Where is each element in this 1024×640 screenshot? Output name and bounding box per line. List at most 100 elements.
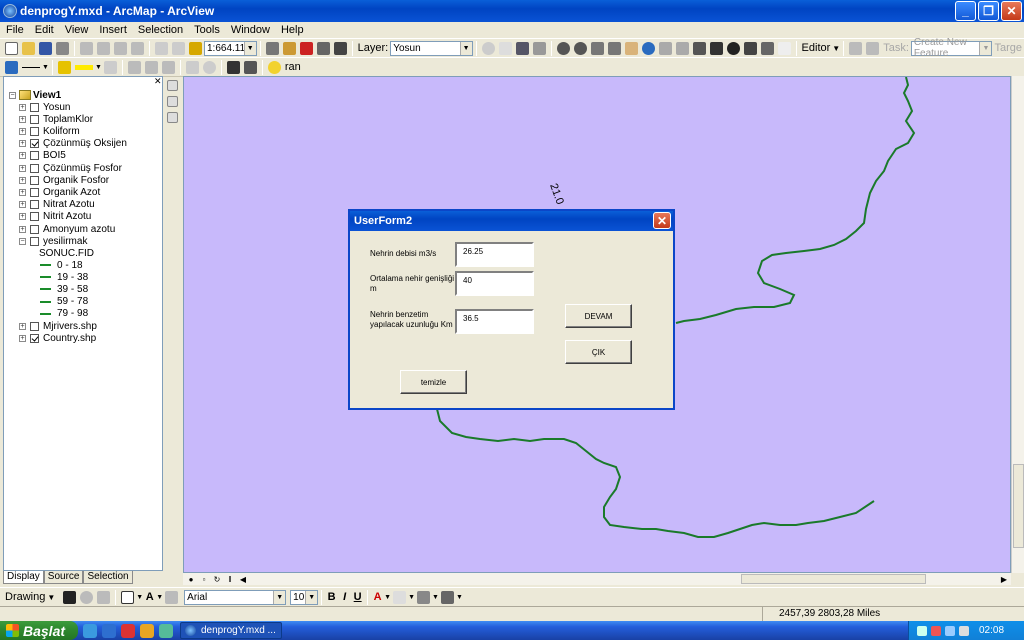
tray-security-icon[interactable] — [931, 625, 941, 636]
copy-icon[interactable] — [97, 41, 110, 55]
chevron-down-icon[interactable]: ▼ — [459, 41, 472, 55]
vertex-icon[interactable] — [161, 60, 175, 74]
devam-button[interactable]: DEVAM — [565, 304, 632, 328]
chevron-down-icon[interactable]: ▼ — [156, 594, 163, 601]
layer-visibility-checkbox[interactable] — [30, 126, 39, 136]
tray-volume-icon[interactable] — [945, 625, 955, 636]
layer-visibility-checkbox[interactable] — [30, 212, 39, 222]
layer-visibility-checkbox[interactable] — [30, 151, 39, 161]
save-icon[interactable] — [39, 41, 52, 55]
arctoolbox-icon[interactable] — [282, 41, 296, 55]
dialog-close-button[interactable]: ✕ — [653, 212, 671, 229]
ran-button[interactable]: ran — [285, 61, 301, 73]
select-elements-arrow-icon[interactable] — [709, 41, 723, 55]
refresh-icon[interactable]: ↻ — [212, 575, 222, 584]
river-width-input[interactable]: 40 — [455, 271, 534, 296]
hyperlink-icon[interactable] — [777, 41, 791, 55]
horizontal-scrollbar-thumb[interactable] — [741, 574, 926, 584]
expand-icon[interactable]: + — [19, 213, 26, 221]
expand-icon[interactable]: + — [19, 152, 26, 160]
cut-icon[interactable] — [80, 41, 93, 55]
layer-visibility-checkbox[interactable] — [30, 175, 39, 185]
font-size-combo[interactable]: 10 ▼ — [290, 589, 319, 605]
tab-source[interactable]: Source — [43, 571, 84, 584]
edit-vertices-icon[interactable] — [165, 590, 179, 604]
tray-network-icon[interactable] — [917, 625, 927, 636]
chevron-down-icon[interactable]: ▼ — [47, 593, 55, 602]
expand-icon[interactable]: + — [19, 201, 26, 209]
zoom-out-icon[interactable] — [573, 41, 587, 55]
expand-icon[interactable]: + — [19, 164, 26, 172]
menu-insert[interactable]: Insert — [99, 24, 127, 36]
expand-icon[interactable]: + — [19, 176, 26, 184]
zoom-in-icon[interactable] — [556, 41, 570, 55]
taskbar-arcmap-button[interactable]: denprogY.mxd ... — [180, 622, 282, 639]
toc-layer-row[interactable]: + Yosun — [19, 101, 70, 113]
quicklaunch-desktop-icon[interactable] — [102, 623, 116, 638]
forward-arrow-icon[interactable] — [675, 41, 689, 55]
toc-layer-row[interactable]: + ToplamKlor — [19, 113, 93, 125]
tool-strip-icon[interactable] — [167, 112, 178, 123]
quicklaunch-ie-icon[interactable] — [83, 623, 97, 638]
layout-view-icon[interactable]: ▫ — [199, 575, 209, 584]
layer-visibility-checkbox[interactable] — [30, 102, 39, 112]
font-color-icon[interactable]: A — [371, 591, 384, 603]
new-document-icon[interactable] — [5, 41, 18, 55]
select-arrow-icon[interactable] — [63, 590, 77, 604]
collapse-icon[interactable]: − — [19, 237, 26, 245]
chevron-down-icon[interactable]: ▼ — [136, 594, 143, 601]
simulation-length-input[interactable]: 36.5 — [455, 309, 534, 334]
redo-icon[interactable] — [172, 41, 185, 55]
layer-visibility-checkbox[interactable] — [30, 224, 39, 234]
layer-visibility-checkbox[interactable] — [30, 333, 39, 343]
transparency-icon[interactable] — [515, 41, 529, 55]
layer-visibility-checkbox[interactable] — [30, 114, 39, 124]
add-data-icon[interactable] — [189, 41, 202, 55]
fixed-zoom-in-icon[interactable] — [590, 41, 604, 55]
chevron-down-icon[interactable]: ▼ — [432, 594, 439, 601]
expand-icon[interactable]: + — [19, 115, 26, 123]
expand-icon[interactable]: + — [19, 127, 26, 135]
chevron-down-icon[interactable]: ▼ — [273, 590, 286, 604]
tool-strip-icon[interactable] — [167, 80, 178, 91]
find-binoculars-icon[interactable] — [743, 41, 757, 55]
snapping-icon[interactable] — [185, 60, 199, 74]
menu-selection[interactable]: Selection — [138, 24, 183, 36]
bold-icon[interactable]: B — [325, 591, 338, 603]
expand-icon[interactable]: + — [19, 225, 26, 233]
print-icon[interactable] — [56, 41, 69, 55]
temizle-button[interactable]: temizle — [400, 370, 467, 394]
flow-rate-input[interactable]: 26.25 — [455, 242, 534, 267]
data-view-icon[interactable]: ● — [186, 575, 196, 584]
layer-visibility-checkbox[interactable] — [30, 200, 39, 210]
expand-icon[interactable]: + — [19, 140, 26, 148]
chevron-down-icon[interactable]: ▼ — [243, 41, 256, 55]
chevron-down-icon[interactable]: ▼ — [832, 44, 840, 53]
sketch-tool-icon[interactable] — [866, 41, 880, 55]
measure-icon[interactable] — [760, 41, 774, 55]
toc-layer-row[interactable]: + Nitrit Azotu — [19, 211, 91, 223]
toc-layer-row[interactable]: + Amonyum azotu — [19, 223, 115, 235]
chevron-down-icon[interactable]: ▼ — [384, 594, 391, 601]
collapse-icon[interactable]: − — [9, 91, 16, 99]
toc-layer-row[interactable]: + Mjrivers.shp — [19, 320, 97, 332]
italic-icon[interactable]: I — [338, 591, 351, 603]
line-pen-icon[interactable] — [5, 60, 18, 74]
quicklaunch-media-icon[interactable] — [159, 623, 173, 638]
eraser-icon[interactable] — [103, 60, 117, 74]
expand-icon[interactable]: + — [19, 322, 26, 330]
menu-edit[interactable]: Edit — [35, 24, 54, 36]
smiley-icon[interactable] — [267, 60, 281, 74]
layer-visibility-checkbox[interactable] — [30, 236, 39, 246]
drawing-menu[interactable]: Drawing — [5, 591, 45, 603]
brightness-icon[interactable] — [498, 41, 512, 55]
edit-tool-icon[interactable] — [849, 41, 863, 55]
close-window-button[interactable]: ✕ — [1001, 1, 1022, 21]
map-vertical-scrollbar[interactable] — [1011, 76, 1024, 573]
toc-layer-row[interactable]: + Çözünmüş Fosfor — [19, 162, 122, 174]
toc-layer-row[interactable]: + Nitrat Azotu — [19, 199, 95, 211]
zoom-whole-page-icon[interactable] — [97, 590, 111, 604]
menu-file[interactable]: File — [6, 24, 24, 36]
macro-tool-icon[interactable] — [226, 60, 240, 74]
toc-layer-row[interactable]: + BOI5 — [19, 150, 66, 162]
